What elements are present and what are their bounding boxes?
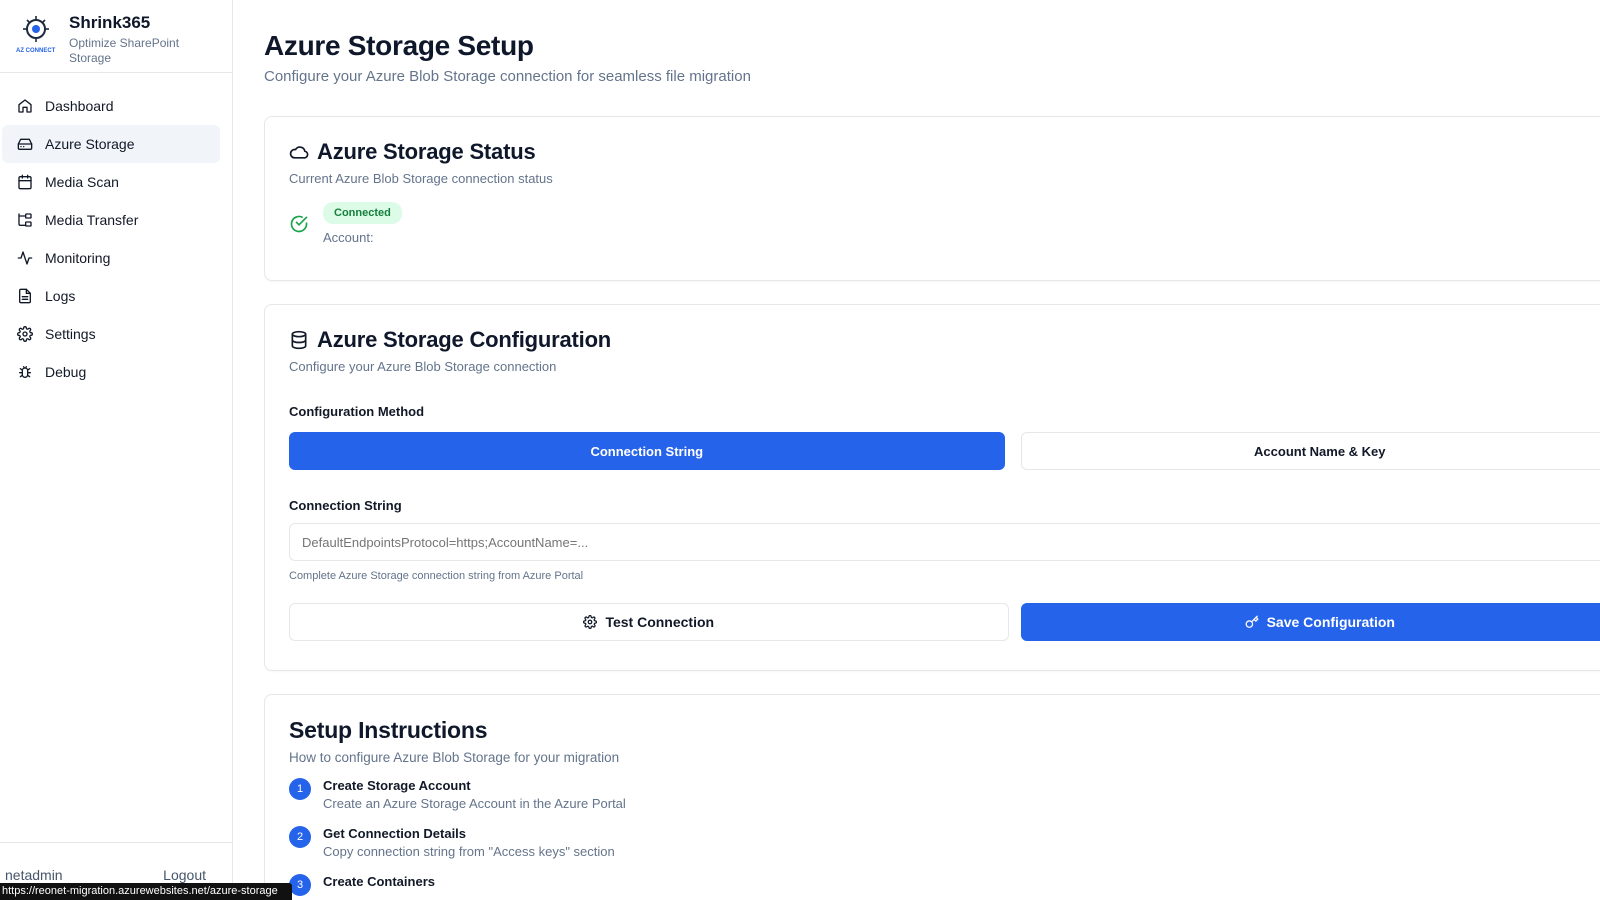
calendar-icon: [17, 174, 33, 190]
method-toggle: Connection String Account Name & Key: [289, 432, 1600, 470]
config-card-subtitle: Configure your Azure Blob Storage connec…: [289, 359, 557, 374]
sidebar-item-debug[interactable]: Debug: [2, 353, 220, 391]
database-icon: [289, 330, 309, 350]
page-title: Azure Storage Setup: [264, 30, 534, 61]
instruction-step: 2 Get Connection Details Copy connection…: [289, 825, 1600, 861]
connection-string-input[interactable]: [289, 523, 1600, 561]
step-title: Get Connection Details: [323, 826, 467, 841]
key-icon: [1245, 615, 1259, 629]
gear-icon: [17, 326, 33, 342]
status-url-tooltip: https://reonet-migration.azurewebsites.n…: [0, 883, 292, 900]
sidebar-item-monitoring[interactable]: Monitoring: [2, 239, 220, 277]
sidebar-item-label: Dashboard: [45, 98, 114, 114]
gear-icon: [583, 615, 598, 629]
config-card-title: Azure Storage Configuration: [289, 327, 1600, 353]
status-card: Azure Storage Status Current Azure Blob …: [264, 116, 1600, 281]
connection-status: Connected Account:: [289, 202, 1600, 245]
hard-drive-icon: [17, 136, 33, 152]
instruction-steps: 1 Create Storage Account Create an Azure…: [289, 777, 1600, 896]
step-title: Create Storage Account: [323, 778, 471, 793]
step-number: 1: [289, 778, 311, 800]
save-configuration-button[interactable]: Save Configuration: [1020, 603, 1600, 641]
method-label: Configuration Method: [289, 404, 425, 419]
instructions-card-title: Setup Instructions: [289, 717, 488, 743]
step-description: Create an Azure Storage Account in the A…: [323, 796, 626, 811]
sidebar-item-media-scan[interactable]: Media Scan: [2, 163, 220, 201]
file-text-icon: [17, 288, 33, 304]
brand-subtitle: Optimize SharePoint Storage: [69, 36, 180, 65]
instructions-card-subtitle: How to configure Azure Blob Storage for …: [289, 750, 620, 765]
step-description: Copy connection string from "Access keys…: [323, 844, 615, 859]
sidebar-nav: Dashboard Azure Storage Media Scan Media…: [0, 73, 232, 391]
account-key-method-button[interactable]: Account Name & Key: [1020, 432, 1600, 470]
status-badge: Connected: [323, 202, 402, 224]
app-root: AZ CONNECT Shrink365 Optimize SharePoint…: [0, 0, 1600, 900]
app-logo[interactable]: AZ CONNECT: [14, 12, 58, 56]
sidebar-item-label: Azure Storage: [45, 136, 135, 152]
page-subtitle: Configure your Azure Blob Storage connec…: [264, 68, 751, 85]
sidebar: AZ CONNECT Shrink365 Optimize SharePoint…: [0, 0, 233, 900]
connection-string-label: Connection String: [289, 498, 402, 513]
brand-name: Shrink365: [69, 13, 151, 32]
sidebar-item-settings[interactable]: Settings: [2, 315, 220, 353]
sidebar-item-logs[interactable]: Logs: [2, 277, 220, 315]
sidebar-item-azure-storage[interactable]: Azure Storage: [2, 125, 220, 163]
activity-icon: [17, 250, 33, 266]
cloud-icon: [289, 142, 309, 162]
sidebar-item-label: Logs: [45, 288, 76, 304]
bug-icon: [17, 364, 33, 380]
connection-string-method-button[interactable]: Connection String: [289, 432, 1005, 470]
folder-tree-icon: [17, 212, 33, 228]
test-connection-button[interactable]: Test Connection: [289, 603, 1009, 641]
step-title: Create Containers: [323, 874, 435, 889]
sidebar-item-label: Monitoring: [45, 250, 111, 266]
status-card-title: Azure Storage Status: [289, 139, 1600, 165]
logo-text: AZ CONNECT: [16, 48, 56, 54]
sidebar-item-label: Media Scan: [45, 174, 119, 190]
config-actions: Test Connection Save Configuration: [289, 603, 1600, 641]
status-card-subtitle: Current Azure Blob Storage connection st…: [289, 171, 553, 186]
sidebar-item-label: Media Transfer: [45, 212, 139, 228]
instruction-step: 3 Create Containers: [289, 873, 1600, 896]
check-circle-icon: [289, 214, 309, 234]
account-label: Account:: [323, 230, 374, 245]
connection-string-hint: Complete Azure Storage connection string…: [289, 570, 584, 582]
step-number: 2: [289, 826, 311, 848]
sidebar-item-label: Settings: [45, 326, 96, 342]
instructions-card: Setup Instructions How to configure Azur…: [264, 694, 1600, 900]
sidebar-item-dashboard[interactable]: Dashboard: [2, 87, 220, 125]
config-card: Azure Storage Configuration Configure yo…: [264, 304, 1600, 671]
home-icon: [17, 98, 33, 114]
instruction-step: 1 Create Storage Account Create an Azure…: [289, 777, 1600, 813]
main-content: Azure Storage Setup Configure your Azure…: [264, 0, 1600, 900]
step-number: 3: [289, 874, 311, 896]
sidebar-item-media-transfer[interactable]: Media Transfer: [2, 201, 220, 239]
brand-header: AZ CONNECT Shrink365 Optimize SharePoint…: [0, 0, 232, 73]
sidebar-item-label: Debug: [45, 364, 87, 380]
